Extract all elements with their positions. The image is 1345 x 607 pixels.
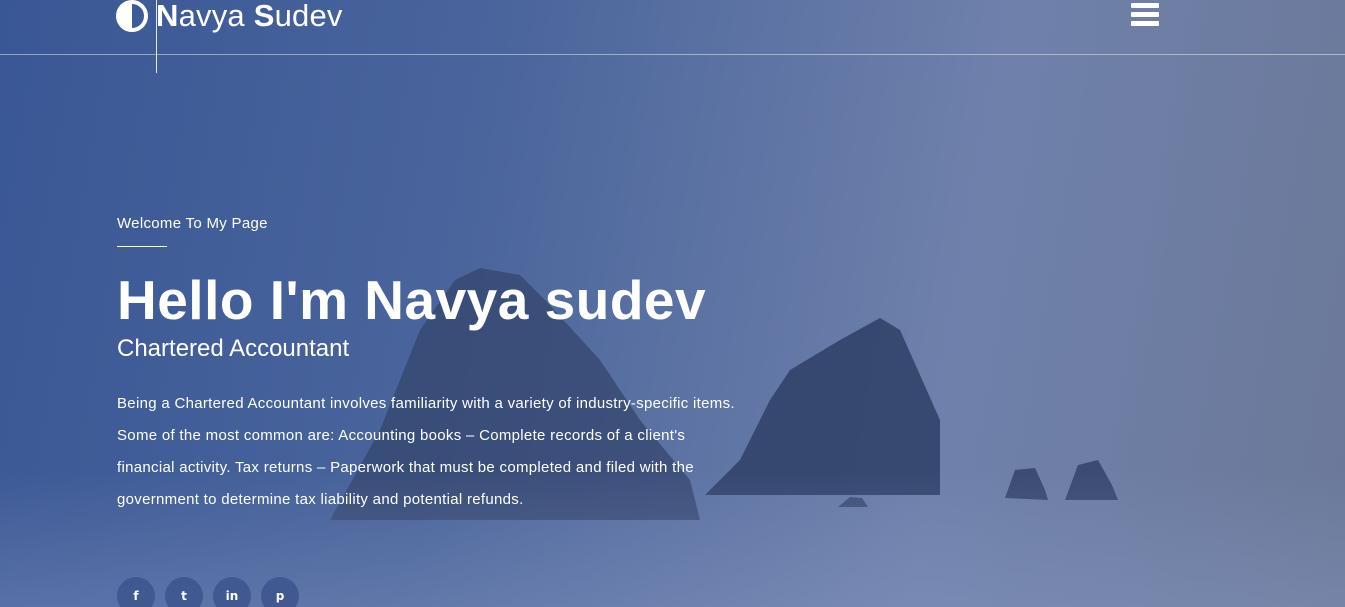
linkedin-icon[interactable]: in (213, 577, 251, 607)
logo-divider (156, 0, 157, 73)
facebook-icon[interactable]: f (117, 577, 155, 607)
twitter-icon[interactable]: t (165, 577, 203, 607)
welcome-underline (117, 246, 167, 247)
social-links: f t in p (117, 577, 299, 607)
welcome-text: Welcome To My Page (117, 215, 268, 232)
brand-name: Navya Sudev (156, 0, 343, 34)
brand-first-initial: N (156, 0, 179, 33)
brand-logo[interactable]: Navya Sudev (116, 0, 343, 34)
brand-last-initial: S (253, 0, 275, 33)
hamburger-menu-icon[interactable] (1131, 3, 1159, 27)
hero-title: Hello I'm Navya sudev (117, 269, 707, 331)
hero-description: Being a Chartered Accountant involves fa… (117, 395, 735, 508)
hero-subtitle: Chartered Accountant (117, 335, 350, 362)
brand-first-rest: avya (178, 0, 254, 33)
brand-last-rest: udev (274, 0, 343, 33)
half-circle-icon (116, 0, 148, 32)
hero-content: Welcome To My Page Hello I'm Navya sudev… (117, 214, 757, 516)
pinterest-icon[interactable]: p (261, 577, 299, 607)
top-navbar: Navya Sudev (0, 0, 1345, 55)
hero-section: Navya Sudev Welcome To My Page Hello I'm… (0, 0, 1345, 607)
